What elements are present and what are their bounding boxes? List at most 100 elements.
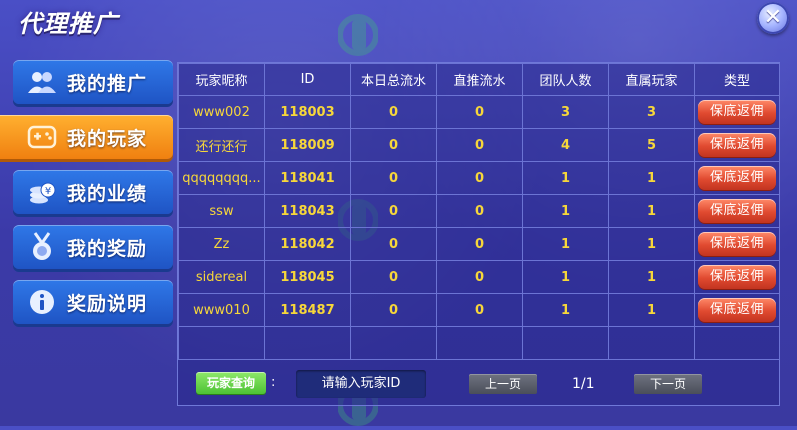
- table-row: ssw 118043 0 0 1 1 保底返佣: [178, 194, 780, 228]
- cell-direct-flow: 0: [436, 128, 523, 162]
- query-separator: :: [271, 375, 276, 390]
- sidebar-item-my-rewards[interactable]: 我的奖励: [13, 225, 173, 269]
- cell-team-size: 1: [522, 161, 609, 195]
- sidebar: 我的推广 我的玩家 ¥ 我的业绩 我的奖励 奖励说明: [0, 60, 173, 335]
- cell-id: 118003: [264, 95, 351, 129]
- cell-id: 118045: [264, 260, 351, 294]
- cell-empty: [694, 326, 780, 360]
- cell-nickname: qqqqqqqq...: [178, 161, 265, 195]
- cell-daily-flow: 0: [350, 260, 437, 294]
- next-page-button[interactable]: 下一页: [634, 374, 702, 394]
- cell-nickname: 还行还行: [178, 128, 265, 162]
- table-row: Zz 118042 0 0 1 1 保底返佣: [178, 227, 780, 261]
- cell-direct-players: 3: [608, 95, 695, 129]
- table-row: sidereal 118045 0 0 1 1 保底返佣: [178, 260, 780, 294]
- players-table-frame: 玩家昵称 ID 本日总流水 直推流水 团队人数 直属玩家 类型 www002 1…: [177, 62, 780, 406]
- cell-id: 118043: [264, 194, 351, 228]
- rebate-type-button[interactable]: 保底返佣: [698, 100, 776, 124]
- player-query-button[interactable]: 玩家查询: [196, 372, 266, 394]
- cell-team-size: 1: [522, 260, 609, 294]
- table-row: qqqqqqqq... 118041 0 0 1 1 保底返佣: [178, 161, 780, 195]
- cell-type: 保底返佣: [694, 161, 780, 195]
- sidebar-item-my-promotion[interactable]: 我的推广: [13, 60, 173, 104]
- cell-type: 保底返佣: [694, 128, 780, 162]
- cell-type: 保底返佣: [694, 95, 780, 129]
- cell-direct-flow: 0: [436, 260, 523, 294]
- column-header-daily-flow: 本日总流水: [350, 63, 437, 96]
- sidebar-item-my-players[interactable]: 我的玩家: [0, 115, 173, 159]
- cell-type: 保底返佣: [694, 293, 780, 327]
- column-header-direct-flow: 直推流水: [436, 63, 523, 96]
- cell-empty: [522, 326, 609, 360]
- sidebar-item-my-performance[interactable]: ¥ 我的业绩: [13, 170, 173, 214]
- cell-type: 保底返佣: [694, 227, 780, 261]
- sidebar-item-label: 奖励说明: [67, 292, 148, 315]
- cell-direct-flow: 0: [436, 161, 523, 195]
- sidebar-item-label: 我的玩家: [67, 127, 148, 150]
- cell-team-size: 1: [522, 194, 609, 228]
- cell-empty: [178, 326, 265, 360]
- cell-direct-players: 1: [608, 293, 695, 327]
- cell-id: 118009: [264, 128, 351, 162]
- rebate-type-button[interactable]: 保底返佣: [698, 265, 776, 289]
- cell-nickname: Zz: [178, 227, 265, 261]
- cell-direct-players: 1: [608, 194, 695, 228]
- cell-nickname: www002: [178, 95, 265, 129]
- table-row: www002 118003 0 0 3 3 保底返佣: [178, 95, 780, 129]
- column-header-nickname: 玩家昵称: [178, 63, 265, 96]
- cell-empty: [436, 326, 523, 360]
- column-header-team-size: 团队人数: [522, 63, 609, 96]
- cell-type: 保底返佣: [694, 194, 780, 228]
- cell-team-size: 3: [522, 95, 609, 129]
- cell-team-size: 1: [522, 293, 609, 327]
- window-title: 代理推广: [18, 10, 118, 38]
- cell-empty: [264, 326, 351, 360]
- table-row: www010 118487 0 0 1 1 保底返佣: [178, 293, 780, 327]
- sidebar-item-label: 我的奖励: [67, 237, 148, 260]
- player-id-input[interactable]: [296, 370, 426, 398]
- cell-type: 保底返佣: [694, 260, 780, 294]
- table-row: 还行还行 118009 0 0 4 5 保底返佣: [178, 128, 780, 162]
- sidebar-item-label: 我的推广: [67, 72, 148, 95]
- sidebar-item-label: 我的业绩: [67, 182, 148, 205]
- close-icon[interactable]: ✕: [757, 2, 789, 34]
- sidebar-item-reward-info[interactable]: 奖励说明: [13, 280, 173, 324]
- prev-page-button[interactable]: 上一页: [469, 374, 537, 394]
- cell-direct-flow: 0: [436, 293, 523, 327]
- cell-direct-players: 1: [608, 161, 695, 195]
- cell-id: 118042: [264, 227, 351, 261]
- cell-empty: [608, 326, 695, 360]
- rebate-type-button[interactable]: 保底返佣: [698, 133, 776, 157]
- players-table: 玩家昵称 ID 本日总流水 直推流水 团队人数 直属玩家 类型 www002 1…: [178, 63, 780, 360]
- cell-daily-flow: 0: [350, 293, 437, 327]
- cell-direct-flow: 0: [436, 95, 523, 129]
- cell-id: 118487: [264, 293, 351, 327]
- cell-nickname: sidereal: [178, 260, 265, 294]
- rebate-type-button[interactable]: 保底返佣: [698, 199, 776, 223]
- cell-team-size: 4: [522, 128, 609, 162]
- rebate-type-button[interactable]: 保底返佣: [698, 166, 776, 190]
- cell-direct-players: 5: [608, 128, 695, 162]
- rebate-type-button[interactable]: 保底返佣: [698, 232, 776, 256]
- column-header-id: ID: [264, 63, 351, 96]
- rebate-type-button[interactable]: 保底返佣: [698, 298, 776, 322]
- column-header-type: 类型: [694, 63, 780, 96]
- cell-id: 118041: [264, 161, 351, 195]
- cell-direct-flow: 0: [436, 227, 523, 261]
- gamepad-icon: [27, 122, 57, 152]
- cell-direct-players: 1: [608, 227, 695, 261]
- cell-daily-flow: 0: [350, 95, 437, 129]
- page-indicator: 1/1: [572, 376, 595, 392]
- cell-direct-flow: 0: [436, 194, 523, 228]
- cell-daily-flow: 0: [350, 128, 437, 162]
- users-icon: [27, 67, 57, 97]
- cell-nickname: ssw: [178, 194, 265, 228]
- cell-daily-flow: 0: [350, 227, 437, 261]
- medal-icon: [27, 232, 57, 262]
- coins-icon: ¥: [27, 177, 57, 207]
- watermark-logo-icon: [338, 14, 378, 56]
- table-footer: 玩家查询 : 上一页 1/1 下一页: [177, 362, 778, 404]
- cell-direct-players: 1: [608, 260, 695, 294]
- column-header-direct-players: 直属玩家: [608, 63, 695, 96]
- table-header-row: 玩家昵称 ID 本日总流水 直推流水 团队人数 直属玩家 类型: [178, 63, 780, 96]
